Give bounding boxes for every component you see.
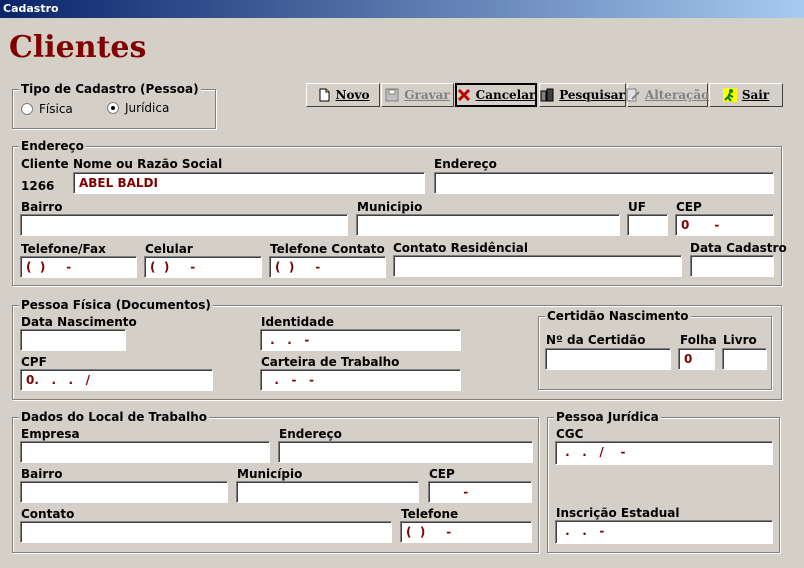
certidao-numero-input[interactable] (545, 348, 671, 370)
trabalho-telefone-input[interactable]: ( ) - (400, 521, 532, 543)
pesquisar-button[interactable]: Pesquisar (539, 83, 626, 107)
trabalho-bairro-label: Bairro (21, 467, 63, 481)
page-title: Clientes (9, 30, 147, 65)
cep-label: CEP (676, 200, 702, 214)
alteracao-label: Alteração (644, 88, 710, 102)
endereco-label: Endereço (434, 157, 497, 171)
cpf-label: CPF (21, 355, 47, 369)
certidao-numero-label: Nº da Certidão (546, 333, 646, 347)
bairro-input[interactable] (20, 214, 348, 236)
nome-label: Nome ou Razão Social (73, 157, 223, 171)
trabalho-bairro-input[interactable] (20, 481, 228, 503)
endereco-input[interactable] (434, 172, 774, 194)
trabalho-contato-input[interactable] (20, 521, 392, 543)
inscricao-input[interactable]: . . - (555, 520, 773, 544)
livro-label: Livro (723, 333, 757, 347)
folha-label: Folha (680, 333, 717, 347)
radio-juridica-indicator[interactable] (107, 102, 119, 114)
sair-button[interactable]: Sair (709, 83, 783, 107)
nascimento-input[interactable] (20, 329, 126, 351)
carteira-input[interactable]: . - - (260, 369, 461, 391)
folha-input[interactable]: 0 (678, 348, 715, 370)
cancel-x-icon (457, 88, 471, 102)
gravar-label: Gravar (404, 88, 450, 102)
save-disk-icon (385, 88, 399, 102)
cliente-label: Cliente (21, 157, 69, 171)
trabalho-cep-label: CEP (429, 467, 455, 481)
celular-label: Celular (145, 242, 193, 256)
identidade-input[interactable]: . . - (260, 329, 461, 351)
cep-input[interactable]: 0 - (675, 214, 774, 236)
identidade-label: Identidade (261, 315, 335, 329)
certidao-legend: Certidão Nascimento (545, 309, 691, 323)
alteracao-button[interactable]: Alteração (626, 83, 710, 107)
search-books-icon (540, 88, 554, 102)
trabalho-cep-input[interactable]: - (428, 481, 532, 503)
window-title: Cadastro (0, 0, 804, 18)
trabalho-municipio-label: Município (237, 467, 303, 481)
pessoa-fisica-legend: Pessoa Física (Documentos) (19, 298, 213, 312)
tipo-cadastro-group: Tipo de Cadastro (Pessoa) Física Jurídic… (12, 82, 216, 129)
cliente-value: 1266 (21, 179, 55, 193)
cpf-input[interactable]: 0. . . / (20, 369, 213, 391)
carteira-label: Carteira de Trabalho (261, 355, 400, 369)
trabalho-contato-label: Contato (21, 507, 75, 521)
data-cadastro-input[interactable] (690, 255, 774, 277)
gravar-button[interactable]: Gravar (381, 83, 454, 107)
endereco-legend: Endereço (19, 139, 86, 153)
nascimento-label: Data Nascimento (21, 315, 137, 329)
empresa-input[interactable] (20, 441, 270, 463)
cancelar-label: Cancelar (475, 88, 536, 102)
celular-input[interactable]: ( ) - (144, 256, 262, 278)
radio-fisica-indicator[interactable] (21, 103, 33, 115)
radio-juridica-label: Jurídica (125, 101, 170, 115)
cancelar-button[interactable]: Cancelar (455, 83, 537, 107)
tipo-cadastro-legend: Tipo de Cadastro (Pessoa) (19, 82, 201, 96)
inscricao-label: Inscrição Estadual (556, 506, 680, 520)
radio-juridica[interactable]: Jurídica (107, 101, 169, 115)
telefone-contato-label: Telefone Contato (270, 242, 385, 256)
radio-fisica[interactable]: Física (21, 102, 73, 116)
contato-residencial-label: Contato Residêncial (393, 241, 528, 255)
exit-running-man-icon (722, 88, 737, 102)
pessoa-juridica-legend: Pessoa Jurídica (554, 410, 661, 424)
municipio-input[interactable] (356, 214, 620, 236)
cgc-label: CGC (556, 427, 584, 441)
uf-label: UF (628, 200, 646, 214)
trabalho-legend: Dados do Local de Trabalho (19, 410, 209, 424)
municipio-label: Municipio (357, 200, 423, 214)
telefone-input[interactable]: ( ) - (20, 256, 137, 278)
telefone-contato-input[interactable]: ( ) - (269, 256, 386, 278)
trabalho-endereco-input[interactable] (278, 441, 533, 463)
trabalho-telefone-label: Telefone (401, 507, 459, 521)
radio-fisica-label: Física (39, 102, 73, 116)
edit-icon (626, 88, 640, 102)
trabalho-municipio-input[interactable] (236, 481, 419, 503)
uf-input[interactable] (627, 214, 668, 236)
sair-label: Sair (741, 88, 770, 102)
contato-residencial-input[interactable] (393, 255, 682, 277)
trabalho-endereco-label: Endereço (279, 427, 342, 441)
empresa-label: Empresa (21, 427, 80, 441)
nome-input[interactable]: ABEL BALDI (73, 172, 425, 194)
livro-input[interactable] (722, 348, 767, 370)
novo-button[interactable]: Novo (306, 83, 380, 107)
data-cadastro-label: Data Cadastro (690, 241, 787, 255)
bairro-label: Bairro (21, 200, 63, 214)
telefone-label: Telefone/Fax (21, 242, 106, 256)
pesquisar-label: Pesquisar (559, 88, 625, 102)
novo-label: Novo (335, 88, 370, 102)
cgc-input[interactable]: . . / - (555, 441, 773, 465)
new-document-icon (317, 88, 331, 102)
